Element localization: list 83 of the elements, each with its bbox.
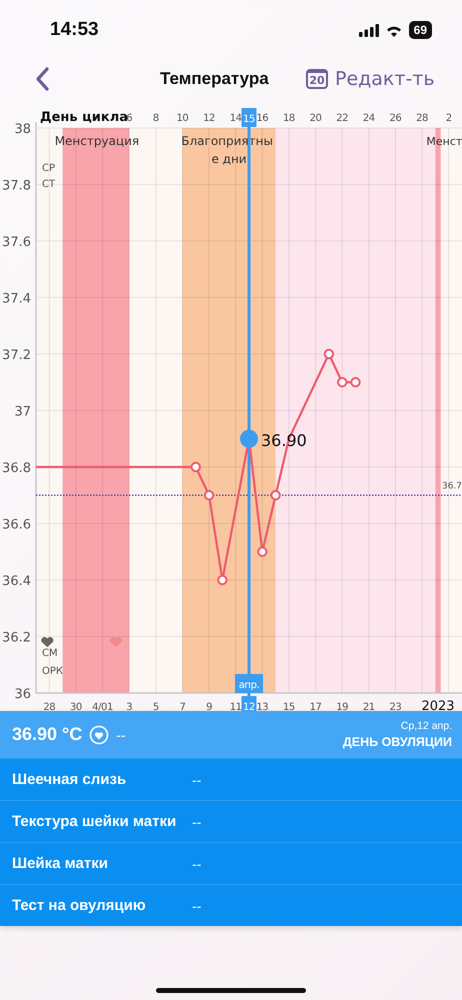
note-value: -- xyxy=(116,726,126,742)
x-tick-label: 12 xyxy=(243,702,255,713)
date-label: Ср,12 апр. xyxy=(400,720,452,732)
y-axis-label: 38 xyxy=(14,122,31,137)
date-label: 17 xyxy=(310,702,322,711)
month-tag: апр. xyxy=(235,674,263,693)
battery-indicator: 69 xyxy=(408,21,432,39)
edit-button[interactable]: 20 Редакт-ть xyxy=(306,68,435,90)
date-label: 21 xyxy=(362,702,375,711)
signal-icon xyxy=(358,24,379,36)
cycle-day-label: 12 xyxy=(203,113,216,124)
cycle-day-label: 18 xyxy=(282,113,295,124)
field-row[interactable]: Тест на овуляцию -- xyxy=(0,884,462,926)
cycle-day-tag: 15 xyxy=(242,108,256,127)
page-title: Температура xyxy=(160,69,269,89)
date-label: 9 xyxy=(206,702,212,711)
date-label: 7 xyxy=(179,702,186,711)
y-axis-label: 36 xyxy=(14,687,31,702)
status-time: 14:53 xyxy=(50,19,99,41)
data-point xyxy=(270,490,281,500)
field-row[interactable]: Шейка матки -- xyxy=(0,842,462,884)
coverline-label: 36.7 xyxy=(442,481,462,492)
cycle-day-label: 20 xyxy=(310,113,322,124)
cycle-day-label: 14 xyxy=(230,113,242,124)
chart-side-label: СМ xyxy=(42,648,58,659)
field-value: -- xyxy=(192,814,202,830)
cycle-day-label: 28 xyxy=(416,113,428,124)
field-value: -- xyxy=(192,898,202,914)
y-axis-label: 36.6 xyxy=(2,518,31,532)
cycle-day-label: 8 xyxy=(152,113,159,124)
y-axis-label: 37.2 xyxy=(2,348,31,363)
y-axis-label: 36.4 xyxy=(2,574,31,589)
cycle-day-label: 22 xyxy=(336,113,348,124)
field-label: Текстура шейки матки xyxy=(12,813,178,830)
field-label: Шеечная слизь xyxy=(12,771,128,788)
date-label: 4/01 xyxy=(92,702,113,711)
y-axis-label: 37 xyxy=(14,404,31,420)
date-label: 23 xyxy=(389,702,402,711)
band-label: Менструация xyxy=(54,134,140,148)
y-axis-label: 36.8 xyxy=(2,461,31,476)
y-axis-label: 37.8 xyxy=(2,178,31,194)
field-row[interactable]: Текстура шейки матки -- xyxy=(0,800,462,842)
calendar-icon: 20 xyxy=(306,69,328,89)
chart-side-label: ОРК xyxy=(42,666,64,677)
date-label: 3 xyxy=(126,702,132,711)
date-label: 5 xyxy=(152,702,159,711)
data-point xyxy=(324,348,334,360)
cycle-day-label: 26 xyxy=(389,113,402,124)
cycle-day-label: 24 xyxy=(362,113,375,124)
year-label: 2023 xyxy=(421,699,455,711)
date-tag: 12 xyxy=(242,696,256,711)
date-label: 11 xyxy=(230,702,242,711)
field-label: Тест на овуляцию xyxy=(12,897,147,914)
cycle-day-label: 6 xyxy=(126,113,132,124)
data-point xyxy=(217,574,228,586)
y-axis-label: 37.4 xyxy=(2,292,31,306)
date-label: 13 xyxy=(256,702,268,711)
data-point xyxy=(350,377,361,388)
date-label: 15 xyxy=(282,702,295,711)
data-point xyxy=(337,377,348,388)
date-label: 19 xyxy=(336,702,348,711)
data-point xyxy=(204,490,214,500)
cycle-day-label: 10 xyxy=(176,113,188,124)
data-point xyxy=(257,546,268,557)
back-icon[interactable] xyxy=(35,67,49,91)
cycle-day-label: 16 xyxy=(256,113,268,124)
chart-side-label: СР xyxy=(42,163,56,174)
selected-point xyxy=(240,430,258,448)
day-type-label: ДЕНЬ ОВУЛЯЦИИ xyxy=(342,735,452,749)
y-axis-label: 37.6 xyxy=(2,235,31,250)
band-label: Менст xyxy=(426,135,462,148)
axis-title: День цикла xyxy=(40,110,128,125)
data-point xyxy=(190,462,201,472)
temperature-value: 36.90 °C xyxy=(12,724,82,745)
field-value: -- xyxy=(192,856,202,872)
date-label: 28 xyxy=(43,702,56,711)
y-axis-label: 36.2 xyxy=(2,630,31,646)
chart-side-label: СТ xyxy=(42,179,56,190)
date-label: 30 xyxy=(70,702,82,711)
field-row[interactable]: Шеечная слизь -- xyxy=(0,758,462,800)
field-value: -- xyxy=(192,772,202,788)
field-label: Шейка матки xyxy=(12,855,109,872)
cycle-day-label: 2 xyxy=(446,113,452,124)
